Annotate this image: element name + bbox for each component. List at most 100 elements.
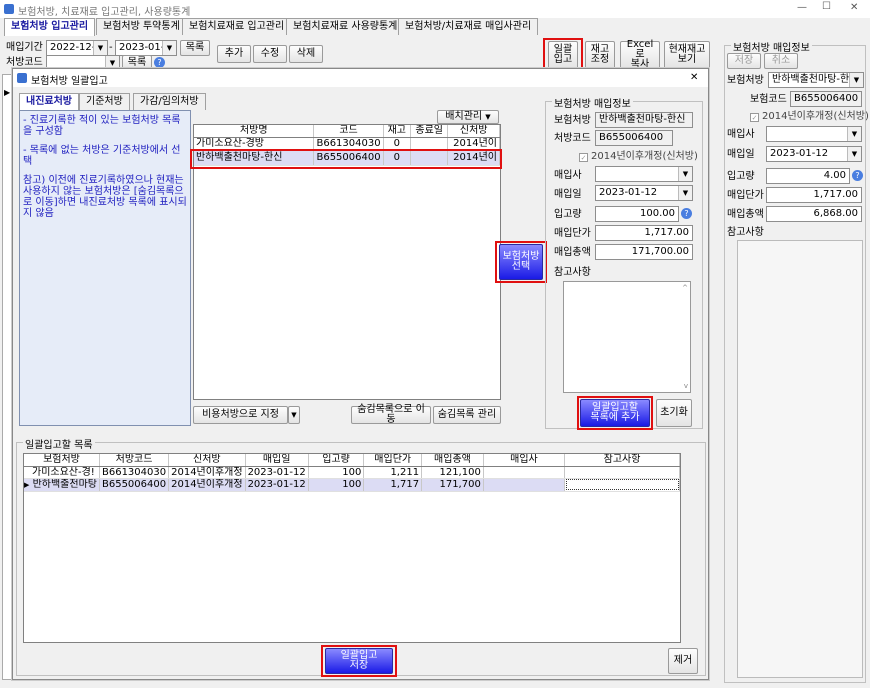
dialog-note-textarea[interactable]: ^ v [563,281,691,393]
right-qty-field[interactable]: 4.00 [766,168,850,184]
right-date-picker[interactable]: 2023-01-12 ▼ [766,146,862,162]
period-list-button[interactable]: 목록 [180,40,210,56]
chevron-down-icon: ▼ [93,41,107,55]
right-cancel-button[interactable]: 취소 [764,53,798,69]
right-total-label: 매입총액 [727,209,764,220]
col-end-date[interactable]: 종료일 [410,125,449,138]
right-revised-check: ✓ 2014년이후개정(신처방) [750,111,869,122]
col-supplier[interactable]: 매입사 [483,454,566,467]
hidden-list-button[interactable]: 숨김목록 관리 [433,406,501,424]
move-to-hidden-button[interactable]: 숨김목록으로 이동 [351,405,431,425]
row-pointer-icon: ▶ [4,88,11,97]
col-stock[interactable]: 재고 [383,125,412,138]
right-group-title: 보험처방 매입정보 [731,39,812,54]
right-price-field[interactable]: 1,717.00 [766,187,862,203]
dialog-price-field[interactable]: 1,717.00 [595,225,693,241]
col-code[interactable]: 처방코드 [99,454,170,467]
tab-custom-rx[interactable]: 가감/임의처방 [133,93,206,110]
col-new-rx[interactable]: 신처방 [447,125,500,138]
batch-manage-button[interactable]: 배치관리 ▼ [437,110,499,124]
checkbox-icon: ✓ [579,153,588,162]
right-code-field: B655006400 [790,91,862,107]
right-rx-label: 보험처방 [727,75,764,86]
tab-standard-rx[interactable]: 기준처방 [79,93,130,110]
dialog-date-picker[interactable]: 2023-01-12 ▼ [595,185,693,201]
col-code[interactable]: 코드 [313,125,384,138]
stock-adjust-button[interactable]: 재고 조정 [585,41,615,69]
dialog-note-label: 참고사항 [554,267,591,278]
col-date[interactable]: 매입일 [245,454,309,467]
col-new-rx[interactable]: 신처방 [168,454,246,467]
tab-supplier[interactable]: 보험처방/치료재료 매입사관리 [398,18,539,35]
chevron-down-icon: ▼ [291,411,297,419]
dialog-close-button[interactable]: ✕ [690,72,698,83]
chevron-down-icon: ▼ [847,147,861,161]
help-icon: ? [852,170,863,181]
dialog-rx-field: 반하백출천마탕-한신 [595,112,693,128]
window-title: 보험처방, 치료재료 입고관리, 사용량통계 [18,7,191,18]
col-note[interactable]: 참고사항 [564,454,680,467]
close-button[interactable]: ✕ [850,2,858,13]
minimize-button[interactable]: — [797,2,807,13]
checkbox-icon: ✓ [750,113,759,122]
dialog-date-label: 매입일 [554,189,582,200]
dialog-code-label: 처방코드 [554,133,591,144]
current-stock-button[interactable]: 현재재고 보기 [664,41,710,69]
edit-button[interactable]: 수정 [253,45,287,63]
right-rx-combo[interactable]: 반하백출천마탕-한신 ▼ [768,72,864,88]
help-icon[interactable]: ? [154,57,165,68]
tab-my-rx[interactable]: 내진료처방 [19,93,79,111]
dialog-tab-bar: 내진료처방 기준처방 가감/임의처방 [19,93,319,111]
right-total-field: 6,868.00 [766,206,862,222]
bulk-list-title: 일괄입고할 목록 [23,436,95,451]
chevron-down-icon: ▼ [485,113,491,121]
reset-button[interactable]: 초기화 [656,399,692,427]
add-button[interactable]: 추가 [217,45,251,63]
info-line-3: 참고) 이전에 진료기록하였으나 현재는 사용하지 않는 보험처방은 [숨김목록… [23,175,187,219]
dialog-supplier-combo[interactable]: ▼ [595,166,693,182]
dialog-price-label: 매입단가 [554,228,591,239]
rx-row[interactable]: 가미소요산-경방 B661304030 0 2014년이 [194,137,500,150]
bulk-row[interactable]: 가미소요산-경! B661304030 2014년이후개정 2023-01-12… [24,466,680,479]
highlight-select-rx [495,241,547,283]
chevron-down-icon: ▼ [678,186,692,200]
date-to-picker[interactable]: 2023-01-12 ▼ [115,40,177,56]
dialog-icon [17,73,27,83]
dialog-rx-label: 보험처방 [554,115,591,126]
bulk-grid-header: 보험처방 처방코드 신처방 매입일 입고량 매입단가 매입총액 매입사 참고사항 [24,454,680,467]
col-rx[interactable]: 보험처방 [24,454,100,467]
right-code-label: 보험코드 [750,94,787,105]
col-qty[interactable]: 입고량 [308,454,365,467]
date-from-picker[interactable]: 2022-12-12 ▼ [46,40,108,56]
bulk-row-selected[interactable]: ▶ 반하백출천마탕 B655006400 2014년이후개정 2023-01-1… [24,478,680,492]
chevron-down-icon: ▼ [847,127,861,141]
nonbilling-dropdown-button[interactable]: ▼ [288,406,300,424]
bulk-grid: 보험처방 처방코드 신처방 매입일 입고량 매입단가 매입총액 매입사 참고사항… [23,453,681,643]
remove-button[interactable]: 제거 [668,648,698,674]
chevron-down-icon: ▼ [162,41,176,55]
nonbilling-rx-button[interactable]: 비용처방으로 지정 [193,406,288,424]
tab-material-stats[interactable]: 보험치료재료 사용량통계 [286,18,405,35]
right-date-label: 매입일 [727,149,755,160]
maximize-button[interactable]: ☐ [822,1,831,12]
info-line-1: - 진료기록한 적이 있는 보험처방 목록을 구성함 [23,115,181,137]
right-note-textarea[interactable] [737,240,863,678]
dialog-total-label: 매입총액 [554,247,591,258]
tab-rx-stats[interactable]: 보험처방 투약통계 [96,18,187,35]
highlight-selected-rx [190,149,502,169]
chevron-down-icon: ▼ [678,167,692,181]
tab-rx-stock[interactable]: 보험처방 입고관리 [4,18,96,36]
right-supplier-combo[interactable]: ▼ [766,126,862,142]
right-save-button[interactable]: 저장 [727,53,761,69]
tab-material-stock[interactable]: 보험치료재료 입고관리 [182,18,292,35]
delete-button[interactable]: 삭제 [289,45,323,63]
col-price[interactable]: 매입단가 [363,454,423,467]
dialog-revised-check: ✓ 2014년이후개정(신처방) [579,151,698,162]
dialog-qty-field[interactable]: 100.00 [595,206,679,222]
info-line-2: - 목록에 없는 처방은 기준처방에서 선택 [23,145,181,167]
scroll-down-icon[interactable]: v [684,382,688,390]
col-total[interactable]: 매입총액 [421,454,484,467]
col-rx-name[interactable]: 처방명 [194,125,315,138]
excel-copy-button[interactable]: Excel로 복사 [620,40,660,70]
scroll-up-icon[interactable]: ^ [682,284,688,292]
